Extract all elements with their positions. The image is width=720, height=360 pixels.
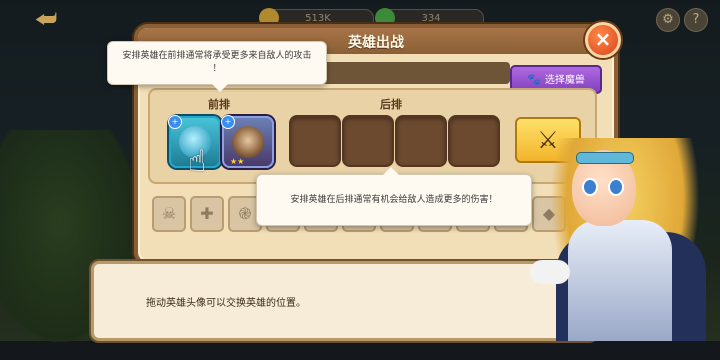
back-row-tooltip: 安排英雄在后排通常有机会给敌人造成更多的伤害！ — [256, 167, 532, 226]
paw-icon: 🐾 — [527, 73, 541, 86]
front-row-label: 前排 — [208, 98, 230, 111]
help-button[interactable]: ? — [684, 8, 708, 32]
character-glove — [530, 260, 570, 284]
back-hero-slot-2[interactable] — [342, 115, 394, 167]
front-hero-slot-2[interactable]: + ★★ — [221, 115, 274, 168]
skull-icon[interactable]: ☠ — [152, 196, 186, 232]
cross-icon[interactable]: ✚ — [190, 196, 224, 232]
advisor-character — [520, 120, 720, 341]
select-beast-label: 选择魔兽 — [544, 75, 585, 86]
hero-stars-icon: ★★ — [230, 157, 245, 166]
character-eye — [582, 178, 598, 196]
close-button[interactable]: × — [585, 22, 621, 58]
back-hero-slot-3[interactable] — [395, 115, 447, 167]
back-hero-slot-1[interactable] — [289, 115, 341, 167]
hero-portrait — [232, 126, 264, 158]
pointing-hand-icon: ☝ — [188, 144, 207, 179]
character-eye — [608, 178, 624, 196]
tutorial-dialog-text: 拖动英雄头像可以交换英雄的位置。 — [146, 298, 306, 309]
hero-class-icon: + — [168, 115, 182, 129]
tiara-icon — [576, 152, 634, 164]
back-row-label: 后排 — [380, 98, 402, 111]
gear-icon[interactable]: ⚙ — [656, 8, 680, 32]
front-row-tooltip: 安排英雄在前排通常将承受更多来自敌人的攻击 ！ — [107, 41, 327, 92]
back-hero-slot-4[interactable] — [448, 115, 500, 167]
hero-class-icon: + — [221, 115, 235, 129]
back-row-tooltip-text: 安排英雄在后排通常有机会给敌人造成更多的伤害！ — [290, 195, 498, 205]
character-armor — [568, 220, 672, 341]
front-row-tooltip-text: 安排英雄在前排通常将承受更多来自敌人的攻击 ！ — [122, 51, 312, 74]
gem-amount: 334 — [421, 13, 441, 24]
gold-amount: 513K — [305, 13, 331, 24]
back-arrow-icon[interactable]: ⮨ — [30, 6, 62, 32]
